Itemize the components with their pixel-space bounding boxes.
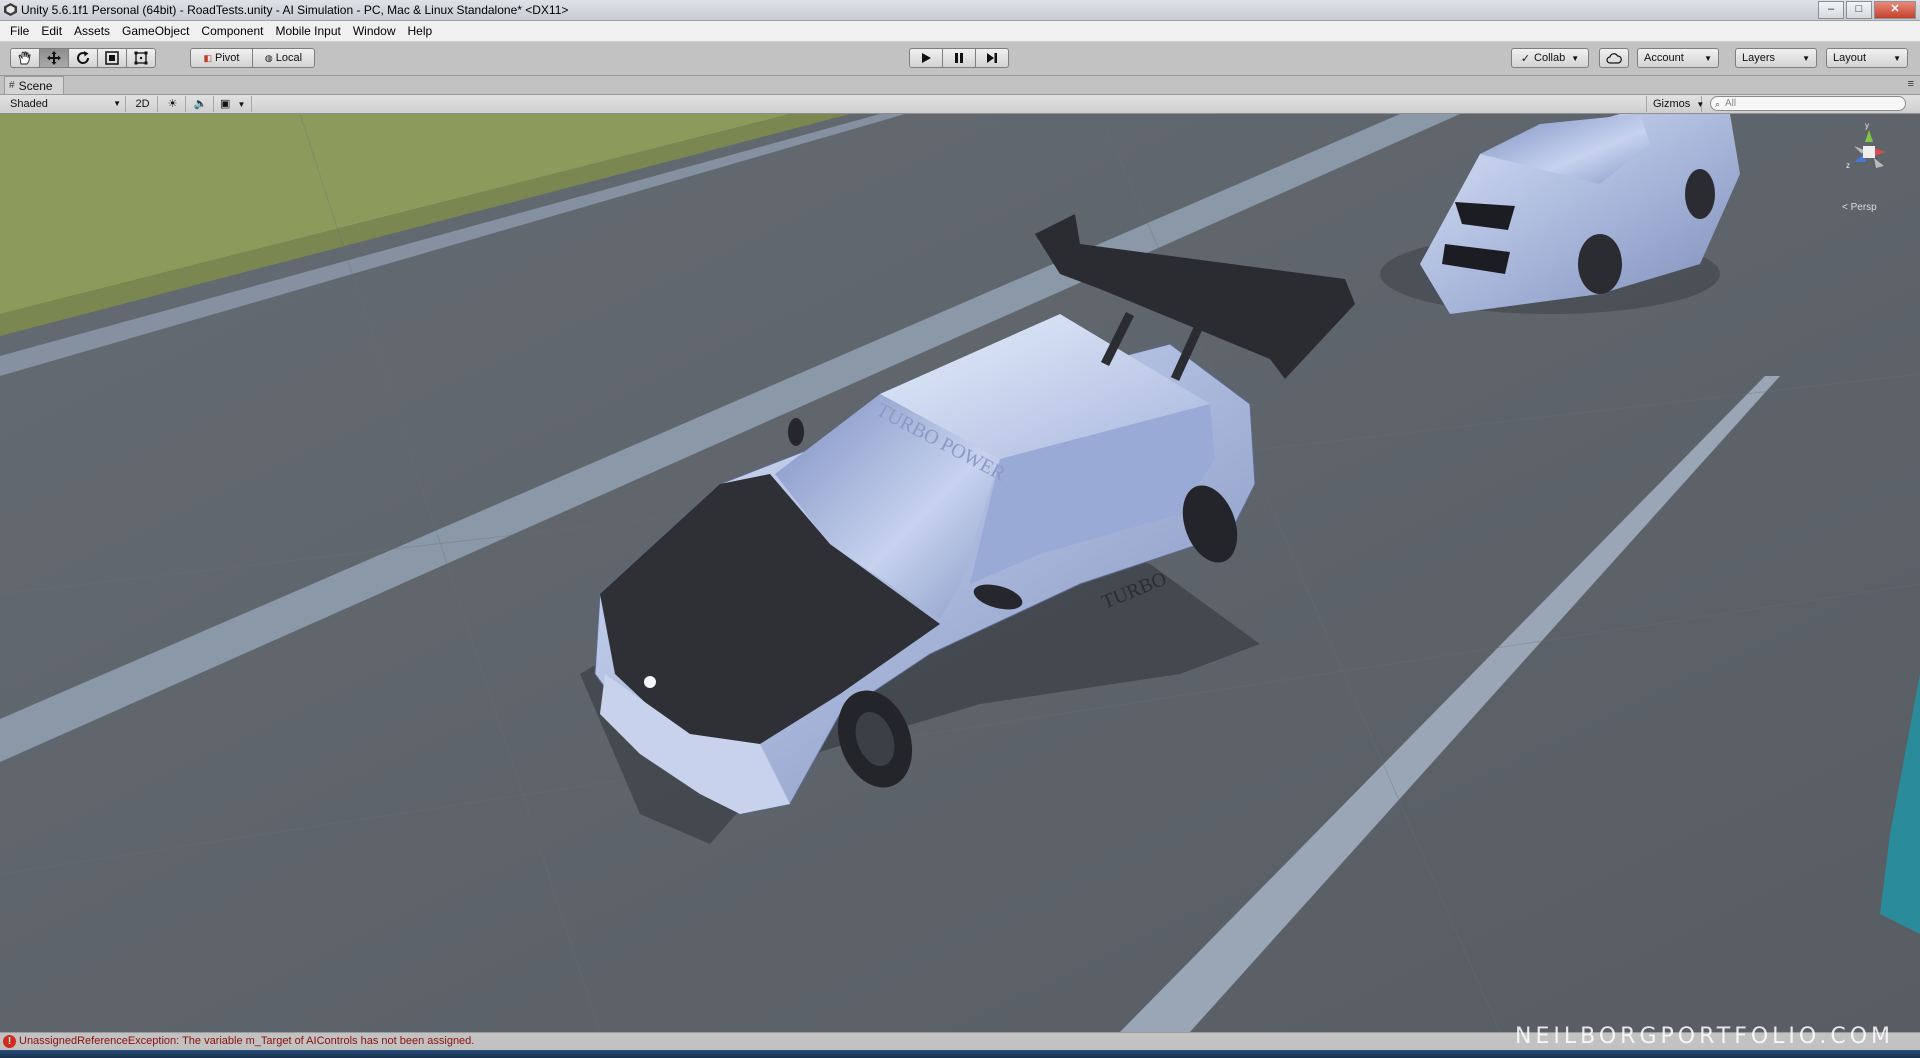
scene-toolbar: Shaded ▼ 2D ☀ 🔈 ▣ ▼ Gizmos ▼ ⌕ All <box>0 95 1920 114</box>
pivot-label: Pivot <box>215 52 240 64</box>
hand-tool-button[interactable] <box>10 48 40 68</box>
audio-toggle[interactable]: 🔈 <box>188 96 214 112</box>
shading-mode-dropdown[interactable]: Shaded ▼ <box>4 96 126 112</box>
pause-icon <box>955 53 963 63</box>
pause-button[interactable] <box>942 48 976 68</box>
svg-text:y: y <box>1865 121 1869 130</box>
2d-label: 2D <box>135 98 150 110</box>
scene-viewport[interactable]: TURBO POWER TURBO y z < Persp <box>0 114 1920 1032</box>
maximize-button[interactable]: □ <box>1846 1 1872 19</box>
effects-dropdown[interactable]: ▣ ▼ <box>216 96 252 112</box>
menu-gameobject[interactable]: GameObject <box>116 24 195 38</box>
search-icon: ⌕ <box>1715 99 1721 109</box>
rotate-icon <box>77 51 90 64</box>
speaker-icon: 🔈 <box>193 98 208 110</box>
os-taskbar <box>0 1050 1920 1058</box>
rotate-tool-button[interactable] <box>68 48 98 68</box>
caret-down-icon: ▼ <box>113 99 121 108</box>
tab-menu-icon[interactable]: ≡ <box>1908 78 1914 90</box>
axis-gizmo-icon: y z <box>1846 121 1886 170</box>
account-label: Account <box>1644 52 1684 64</box>
layout-group: Layout ▼ <box>1826 48 1908 68</box>
projection-label[interactable]: < Persp <box>1842 202 1877 213</box>
gizmos-label: Gizmos <box>1653 98 1691 110</box>
status-message: UnassignedReferenceException: The variab… <box>19 1035 475 1047</box>
close-button[interactable]: ✕ <box>1874 1 1916 19</box>
play-button[interactable] <box>909 48 943 68</box>
persp-chevron-icon: < <box>1842 202 1848 213</box>
caret-down-icon: ▼ <box>1704 53 1712 63</box>
lighting-toggle[interactable]: ☀ <box>160 96 186 112</box>
checkmark-icon: ✓ <box>1520 52 1531 65</box>
layout-dropdown[interactable]: Layout ▼ <box>1826 48 1908 68</box>
sun-icon: ☀ <box>167 98 178 110</box>
menu-edit[interactable]: Edit <box>35 24 68 38</box>
move-arrows-icon <box>47 51 61 65</box>
orientation-gizmo[interactable]: y z <box>1834 118 1904 198</box>
menu-bar: File Edit Assets GameObject Component Mo… <box>0 21 1920 42</box>
layout-label: Layout <box>1833 52 1867 64</box>
caret-down-icon: ▼ <box>1696 100 1705 109</box>
caret-down-icon: ▼ <box>1802 53 1810 63</box>
move-tool-button[interactable] <box>39 48 69 68</box>
persp-label: Persp <box>1850 202 1877 213</box>
cloud-icon <box>1606 52 1622 64</box>
local-label: Local <box>275 52 303 64</box>
account-dropdown[interactable]: Account ▼ <box>1637 48 1719 68</box>
scale-icon <box>105 51 119 65</box>
caret-down-icon: ▼ <box>237 100 246 109</box>
watermark: NEILBORGPORTFOLIO.COM <box>1515 1024 1894 1049</box>
collab-label: Collab <box>1534 52 1566 64</box>
step-button[interactable] <box>975 48 1009 68</box>
rect-icon <box>134 51 148 65</box>
menu-help[interactable]: Help <box>402 24 439 38</box>
transform-tools <box>10 48 156 68</box>
layers-group: Layers ▼ <box>1735 48 1817 68</box>
collab-group: ✓ Collab ▼ <box>1511 48 1589 68</box>
hierarchy-search-input[interactable]: ⌕ All <box>1710 96 1906 111</box>
tab-scene[interactable]: # Scene <box>4 76 64 94</box>
window-title: Unity 5.6.1f1 Personal (64bit) - RoadTes… <box>21 3 569 17</box>
menu-window[interactable]: Window <box>347 24 402 38</box>
local-toggle[interactable]: ◍ Local <box>252 48 315 68</box>
tab-scene-label: Scene <box>18 78 53 93</box>
unity-logo-icon <box>4 3 17 16</box>
scene-grid-icon: # <box>9 79 15 91</box>
rect-tool-button[interactable] <box>126 48 156 68</box>
collab-button[interactable]: ✓ Collab ▼ <box>1511 48 1589 68</box>
menu-file[interactable]: File <box>4 24 35 38</box>
local-icon: ◍ <box>264 52 273 63</box>
layers-dropdown[interactable]: Layers ▼ <box>1735 48 1817 68</box>
minimize-button[interactable]: – <box>1818 1 1844 19</box>
svg-text:z: z <box>1846 161 1850 170</box>
search-placeholder: All <box>1725 98 1737 109</box>
play-controls <box>909 48 1009 68</box>
pivot-toggle[interactable]: ◧ Pivot <box>190 48 253 68</box>
menu-assets[interactable]: Assets <box>68 24 116 38</box>
image-icon: ▣ <box>220 98 231 110</box>
cloud-group <box>1599 48 1629 68</box>
main-toolbar: ◧ Pivot ◍ Local ✓ Collab ▼ Account ▼ Lay… <box>0 43 1920 76</box>
menu-mobile-input[interactable]: Mobile Input <box>269 24 346 38</box>
shading-mode-label: Shaded <box>10 98 48 110</box>
error-icon: ! <box>3 1035 16 1048</box>
pivot-local-toggles: ◧ Pivot ◍ Local <box>190 48 315 68</box>
caret-down-icon: ▼ <box>1893 53 1901 63</box>
layers-label: Layers <box>1742 52 1776 64</box>
play-icon <box>922 53 931 63</box>
account-group: Account ▼ <box>1637 48 1719 68</box>
scale-tool-button[interactable] <box>97 48 127 68</box>
caret-down-icon: ▼ <box>1571 53 1580 63</box>
gizmos-dropdown[interactable]: Gizmos ▼ <box>1646 96 1705 112</box>
hand-icon <box>18 51 31 65</box>
menu-component[interactable]: Component <box>195 24 269 38</box>
step-icon <box>987 53 997 63</box>
window-titlebar: Unity 5.6.1f1 Personal (64bit) - RoadTes… <box>0 0 1920 21</box>
2d-toggle[interactable]: 2D <box>128 96 158 112</box>
scene-render: TURBO POWER TURBO <box>0 114 1920 1032</box>
cloud-button[interactable] <box>1599 48 1629 68</box>
scene-tab-bar: # Scene ≡ <box>0 76 1920 95</box>
pivot-icon: ◧ <box>203 52 213 63</box>
